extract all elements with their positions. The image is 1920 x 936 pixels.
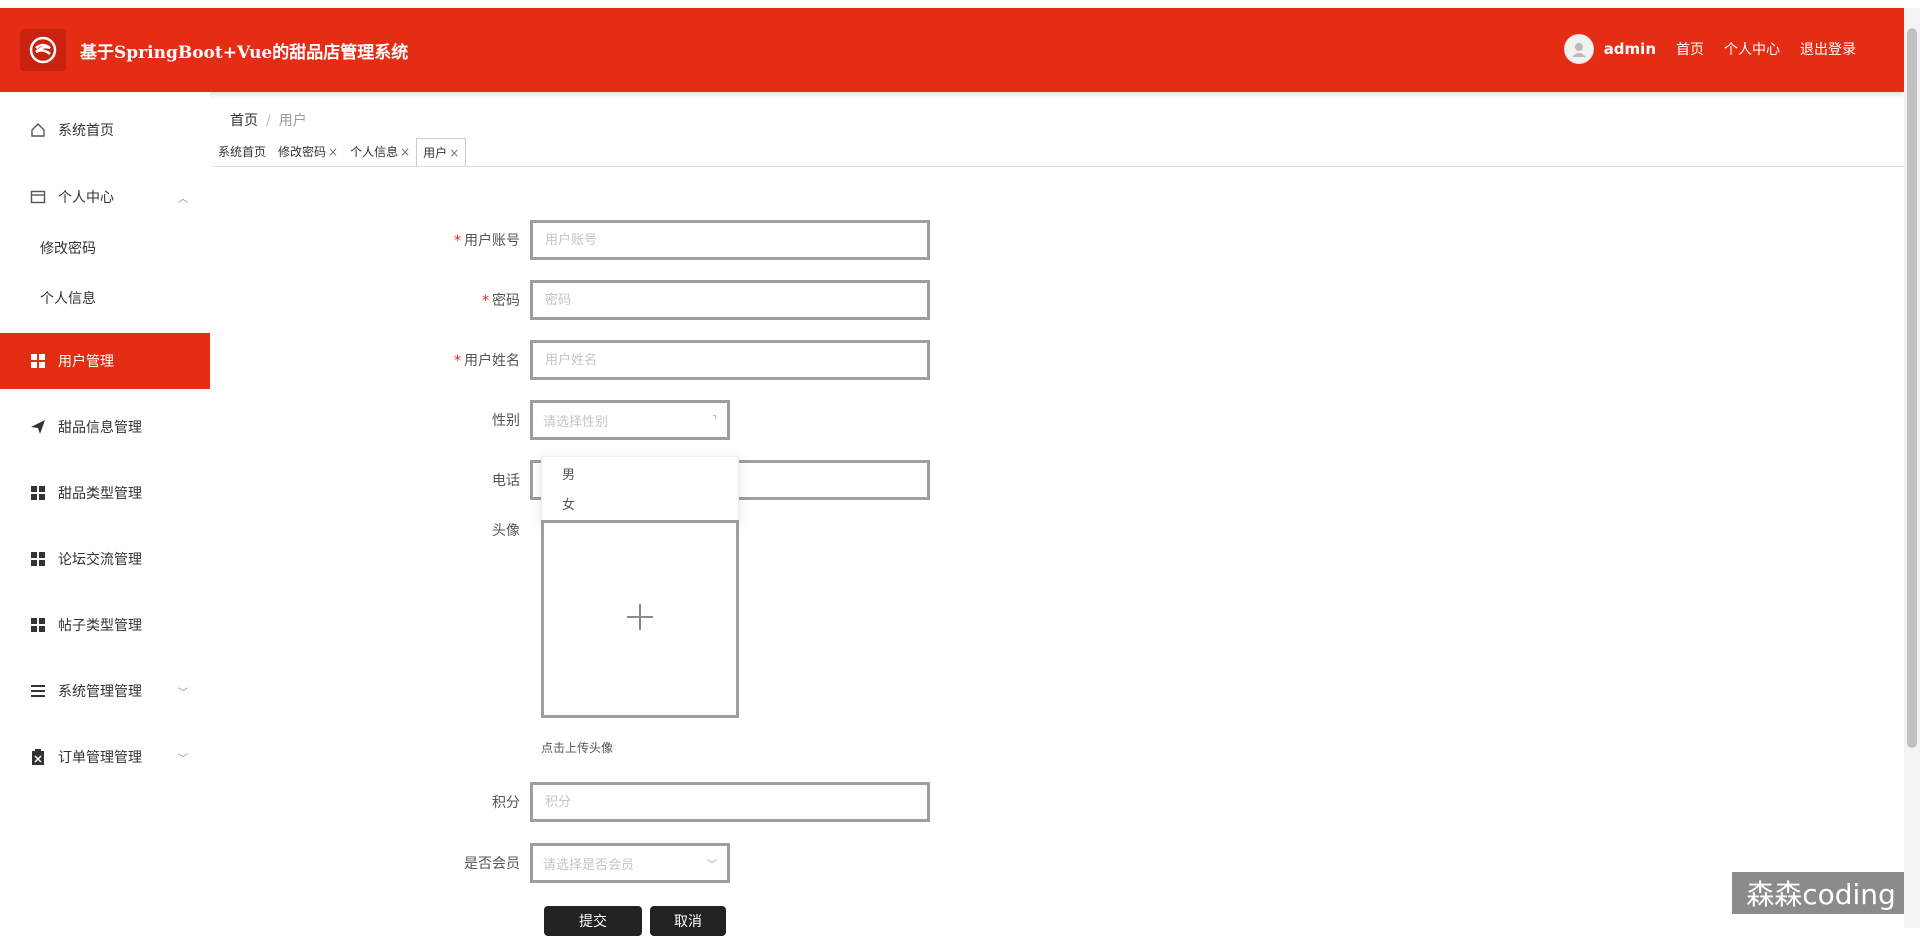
tab-system-home[interactable]: 系统首页 [212, 138, 272, 166]
cancel-button[interactable]: 取消 [650, 906, 726, 936]
sidebar-item-label: 系统管理管理 [58, 684, 142, 700]
watermark: 森森coding [1732, 872, 1910, 914]
form-row-password: * 密码 [380, 280, 930, 320]
sidebar-item-personal-info[interactable]: 个人信息 [0, 275, 210, 321]
nav-profile-link[interactable]: 个人中心 [1724, 39, 1780, 59]
sidebar-item-personal-center[interactable]: 个人中心 ︿ [0, 169, 210, 225]
sidebar-item-label: 系统首页 [58, 123, 114, 139]
sidebar-item-label: 甜品类型管理 [58, 486, 142, 502]
tab-user[interactable]: 用户 × [416, 138, 467, 167]
name-input[interactable] [530, 340, 930, 380]
phone-label: 电话 [492, 473, 520, 489]
sidebar-item-dessert-info[interactable]: 甜品信息管理 [0, 399, 210, 455]
sidebar-item-label: 论坛交流管理 [58, 552, 142, 568]
sidebar-item-change-password[interactable]: 修改密码 [0, 225, 210, 271]
card-icon [30, 189, 46, 205]
cancel-label: 取消 [674, 914, 702, 930]
account-label: 用户账号 [464, 233, 520, 249]
form-row-points: 积分 [380, 782, 930, 822]
page-scrollbar[interactable] [1904, 8, 1920, 928]
chevron-down-icon: ﹀ [707, 859, 717, 871]
sidebar-item-forum[interactable]: 论坛交流管理 [0, 531, 210, 587]
chevron-down-icon: ﹀ [178, 753, 188, 765]
list-icon [30, 683, 46, 699]
grid-icon [30, 353, 46, 369]
form-row-member: 是否会员 请选择是否会员 ﹀ [380, 843, 730, 883]
gender-option-female[interactable]: 女 [542, 491, 738, 521]
close-icon[interactable]: × [400, 138, 410, 166]
name-label: 用户姓名 [464, 353, 520, 369]
logout-link[interactable]: 退出登录 [1800, 39, 1856, 59]
sidebar-item-dessert-type[interactable]: 甜品类型管理 [0, 465, 210, 521]
chevron-up-icon: ⌝ [712, 414, 717, 426]
sidebar-item-label: 订单管理管理 [58, 750, 142, 766]
tab-personal-info[interactable]: 个人信息 × [344, 138, 416, 166]
chevron-up-icon: ︿ [178, 193, 188, 205]
grid-icon [30, 485, 46, 501]
breadcrumb: 首页 / 用户 [230, 113, 307, 129]
points-label: 积分 [492, 795, 520, 811]
tab-change-password[interactable]: 修改密码 × [272, 138, 344, 166]
clipboard-icon [30, 749, 46, 765]
chevron-down-icon: ﹀ [178, 687, 188, 699]
account-input[interactable] [530, 220, 930, 260]
avatar-label: 头像 [492, 523, 520, 539]
sidebar-item-home[interactable]: 系统首页 [0, 102, 210, 158]
close-icon[interactable]: × [328, 138, 338, 166]
form-row-account: * 用户账号 [380, 220, 930, 260]
member-placeholder: 请选择是否会员 [543, 857, 635, 873]
app-title: 基于SpringBoot+Vue的甜品店管理系统 [80, 43, 409, 63]
grid-icon [30, 551, 46, 567]
breadcrumb-home[interactable]: 首页 [230, 113, 258, 129]
sidebar-item-label: 帖子类型管理 [58, 618, 142, 634]
tab-bar: 系统首页 修改密码 × 个人信息 × 用户 × [212, 138, 467, 167]
points-input[interactable] [530, 782, 930, 822]
close-icon[interactable]: × [449, 139, 459, 167]
nav-home-link[interactable]: 首页 [1676, 39, 1704, 59]
submit-label: 提交 [579, 914, 607, 930]
gender-label: 性别 [492, 413, 520, 429]
scrollbar-thumb[interactable] [1907, 28, 1917, 748]
sidebar-item-label: 个人信息 [40, 291, 96, 307]
upload-tip: 点击上传头像 [541, 741, 614, 755]
sidebar-item-label: 个人中心 [58, 190, 114, 206]
gender-dropdown: 男 女 [541, 456, 739, 524]
password-label: 密码 [492, 293, 520, 309]
form-row-name: * 用户姓名 [380, 340, 930, 380]
logo-icon [20, 29, 66, 71]
sidebar-item-post-type[interactable]: 帖子类型管理 [0, 597, 210, 653]
breadcrumb-current: 用户 [278, 113, 307, 129]
plus-icon [625, 602, 655, 636]
sidebar-item-system[interactable]: 系统管理管理 ﹀ [0, 663, 210, 719]
gender-placeholder: 请选择性别 [543, 414, 609, 430]
sidebar: 系统首页 个人中心 ︿ 修改密码 个人信息 用户管理 甜品信息管理 甜品类型管理 [0, 92, 210, 928]
user-profile[interactable]: admin [1563, 34, 1656, 64]
sidebar-item-label: 修改密码 [40, 241, 96, 257]
avatar [1563, 34, 1594, 64]
form-row-avatar: 头像 [380, 520, 530, 540]
home-icon [30, 122, 46, 138]
gender-option-male[interactable]: 男 [542, 461, 738, 491]
sidebar-item-label: 甜品信息管理 [58, 420, 142, 436]
top-nav: admin 首页 个人中心 退出登录 [1563, 34, 1856, 64]
sidebar-item-label: 用户管理 [58, 354, 114, 370]
form-row-gender: 性别 请选择性别 ⌝ [380, 400, 730, 440]
grid-icon [30, 617, 46, 633]
submit-button[interactable]: 提交 [544, 906, 642, 936]
top-header: 基于SpringBoot+Vue的甜品店管理系统 admin 首页 个人中心 退… [0, 8, 1904, 92]
sidebar-item-orders[interactable]: 订单管理管理 ﹀ [0, 729, 210, 785]
member-label: 是否会员 [464, 856, 520, 872]
gender-select[interactable]: 请选择性别 ⌝ [530, 400, 730, 440]
sidebar-item-user-management[interactable]: 用户管理 [0, 333, 210, 389]
send-icon [30, 419, 46, 435]
password-input[interactable] [530, 280, 930, 320]
member-select[interactable]: 请选择是否会员 ﹀ [530, 843, 730, 883]
username: admin [1603, 40, 1656, 58]
avatar-uploader[interactable] [541, 520, 739, 718]
tab-divider [212, 166, 1904, 167]
